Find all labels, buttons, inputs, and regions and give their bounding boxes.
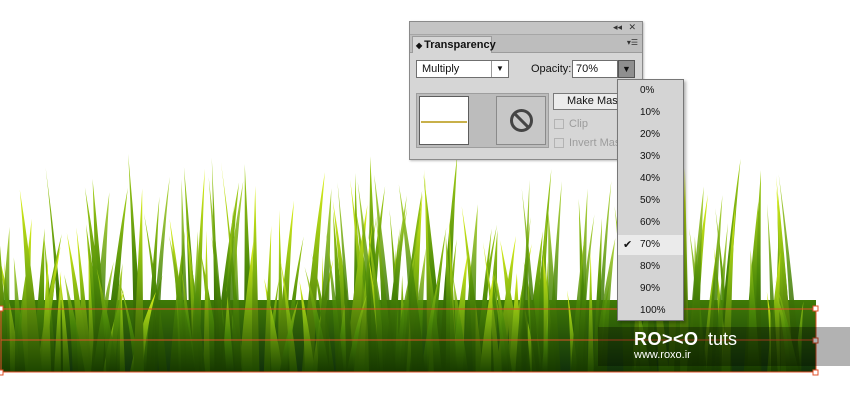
artwork-preview-line — [421, 121, 467, 123]
opacity-option[interactable]: 80% — [618, 257, 683, 277]
watermark-logo: RO><O — [634, 329, 699, 349]
opacity-option-label: 20% — [640, 129, 661, 140]
opacity-option[interactable]: 40% — [618, 169, 683, 189]
opacity-value: 70% — [576, 63, 599, 75]
panel-menu-icon[interactable]: ▾☰ — [627, 38, 638, 47]
double-chevron-left-icon[interactable]: ◂◂ — [613, 22, 622, 34]
opacity-option[interactable]: 10% — [618, 103, 683, 123]
opacity-dropdown-list: 0% 10% 20% 30% 40% 50% 60% ✔ 70% 80% 90% 100% — [617, 79, 684, 321]
opacity-option-label: 90% — [640, 283, 661, 294]
checkmark-icon: ✔ — [623, 238, 633, 251]
opacity-option[interactable]: 0% — [618, 81, 683, 101]
no-mask-icon — [510, 109, 533, 132]
opacity-option[interactable]: 90% — [618, 279, 683, 299]
opacity-option-label: 10% — [640, 107, 661, 118]
transparency-panel: ◂◂ ✕ ◆ Transparency ▾☰ Multiply ▼ Opacity… — [409, 21, 643, 160]
mask-thumbnail[interactable] — [496, 96, 546, 145]
opacity-option-label: 60% — [640, 217, 661, 228]
watermark: RO><O tuts www.roxo.ir — [598, 327, 850, 366]
thumbnail-area — [416, 93, 549, 148]
artwork-thumbnail[interactable] — [419, 96, 469, 145]
opacity-dropdown-button[interactable]: ▼ — [618, 60, 635, 78]
opacity-label: Opacity: — [531, 63, 572, 75]
opacity-option[interactable]: 100% — [618, 301, 683, 321]
opacity-option[interactable]: 20% — [618, 125, 683, 145]
opacity-option[interactable]: 60% — [618, 213, 683, 233]
opacity-option[interactable]: ✔ 70% — [618, 235, 683, 255]
blend-mode-select[interactable]: Multiply ▼ — [416, 60, 509, 78]
close-icon[interactable]: ✕ — [628, 22, 636, 34]
opacity-option-label: 100% — [640, 305, 666, 316]
panel-tab-bar: ◆ Transparency ▾☰ — [410, 35, 642, 53]
opacity-option-label: 40% — [640, 173, 661, 184]
opacity-option-label: 30% — [640, 151, 661, 162]
tab-label: Transparency — [424, 39, 496, 51]
opacity-option-label: 0% — [640, 85, 655, 96]
invert-mask-checkbox[interactable] — [554, 138, 564, 148]
opacity-input[interactable]: 70% — [572, 60, 618, 78]
chevron-down-icon: ▼ — [622, 64, 631, 74]
opacity-option[interactable]: 30% — [618, 147, 683, 167]
opacity-option[interactable]: 50% — [618, 191, 683, 211]
panel-title-bar[interactable]: ◂◂ ✕ — [410, 22, 642, 35]
clip-checkbox[interactable] — [554, 119, 564, 129]
opacity-option-label: 50% — [640, 195, 661, 206]
opacity-option-label: 70% — [640, 239, 661, 250]
tab-expand-icon[interactable]: ◆ — [416, 41, 422, 50]
opacity-option-label: 80% — [640, 261, 661, 272]
chevron-down-icon[interactable]: ▼ — [491, 61, 508, 77]
watermark-tuts: tuts — [708, 329, 738, 349]
blend-mode-value: Multiply — [422, 63, 460, 75]
tab-transparency[interactable]: ◆ Transparency — [412, 36, 496, 53]
watermark-url: www.roxo.ir — [634, 349, 691, 361]
